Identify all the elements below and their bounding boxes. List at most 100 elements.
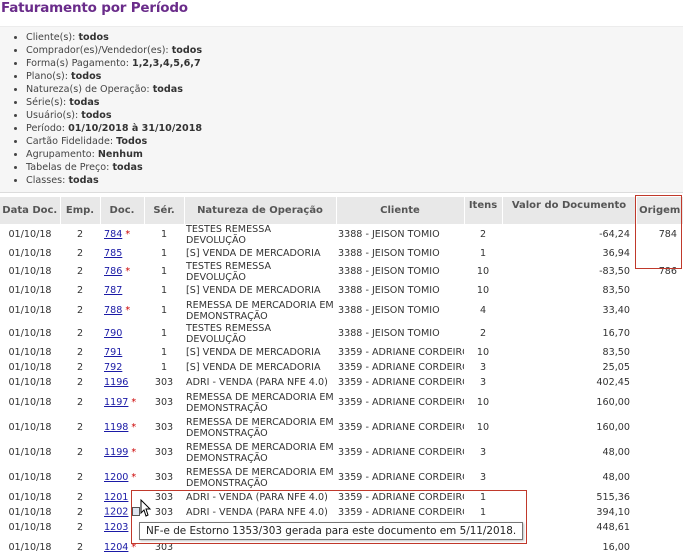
estorno-marker[interactable]: * [125, 229, 130, 240]
cell-valor: 48,00 [602, 471, 630, 483]
cell-origem [636, 360, 683, 375]
cell-serie: 1 [160, 346, 168, 358]
doc-link[interactable]: 1198 [104, 422, 128, 433]
cell-emp: 2 [76, 521, 84, 533]
cell-data: 01/10/18 [8, 491, 52, 503]
table-row: 01/10/18 2 784 * 1 TESTES REMESSA DEVOLUÇÃO 33… [0, 224, 683, 246]
filter-item: Natureza(s) de Operação: todas [26, 83, 683, 96]
cell-valor: 33,40 [602, 304, 630, 316]
cell-itens: 1 [479, 506, 487, 518]
cell-serie: 303 [154, 396, 174, 408]
col-header-data[interactable]: Data Doc. [0, 197, 61, 224]
cell-origem [636, 465, 683, 490]
table-row: 01/10/18 2 786 * 1 TESTES REMESSA DEVOLUÇÃO 33… [0, 261, 683, 283]
cell-doc: 786 * [100, 261, 144, 283]
cell-valor: 36,94 [602, 247, 630, 259]
estorno-marker[interactable]: * [131, 397, 136, 408]
estorno-marker[interactable]: * [131, 542, 136, 553]
filter-item: Agrupamento: Nenhum [26, 148, 683, 161]
doc-link[interactable]: 791 [104, 347, 122, 358]
filter-value: todos [71, 71, 102, 82]
table-row: 01/10/18 2 1197 * 303 REMESSA DE MERCADORIA E… [0, 390, 683, 415]
cell-itens: 10 [476, 346, 490, 358]
cell-cliente: 3388 - JEISON TOMIO [338, 247, 440, 259]
table-row: 01/10/18 2 1199 * 303 REMESSA DE MERCADORIA E… [0, 440, 683, 465]
cell-emp: 2 [76, 541, 84, 553]
filter-item: Forma(s) Pagamento: 1,2,3,4,5,6,7 [26, 57, 683, 70]
table-row: 01/10/18 2 1200 * 303 REMESSA DE MERCADORIA E… [0, 465, 683, 490]
col-header-origem[interactable]: Origem [636, 197, 683, 224]
cell-emp: 2 [76, 247, 84, 259]
doc-link[interactable]: 786 [104, 266, 122, 277]
cell-doc: 1204 * [100, 535, 144, 560]
col-header-natureza[interactable]: Natureza de Operação [184, 197, 337, 224]
col-header-valor[interactable]: Valor do Documento [502, 197, 637, 224]
filter-item: Comprador(es)/Vendedor(es): todos [26, 44, 683, 57]
estorno-marker[interactable]: * [131, 472, 136, 483]
cell-natureza: [S] VENDA DE MERCADORIA [186, 248, 321, 259]
estorno-marker[interactable]: * [131, 422, 136, 433]
filter-label: Série(s): [26, 97, 70, 108]
cell-natureza: REMESSA DE MERCADORIA EM DEMONSTRAÇÃO [186, 299, 334, 322]
cell-data: 01/10/18 [8, 266, 52, 277]
doc-link[interactable]: 1201 [104, 492, 128, 503]
cell-serie: 1 [160, 304, 168, 316]
filter-item: Plano(s): todos [26, 70, 683, 83]
filter-value: 1,2,3,4,5,6,7 [132, 58, 201, 69]
table-row: 01/10/18 2 788 * 1 REMESSA DE MERCADORIA EM D… [0, 298, 683, 323]
col-header-serie[interactable]: Sér. [144, 197, 185, 224]
filter-value: todos [78, 32, 109, 43]
cell-origem: 784 [658, 229, 677, 240]
cell-cliente: 3359 - ADRIANE CORDEIRO [338, 376, 464, 388]
filter-label: Comprador(es)/Vendedor(es): [26, 45, 172, 56]
cell-data: 01/10/18 [8, 376, 52, 388]
estorno-marker[interactable]: * [131, 447, 136, 458]
doc-link[interactable]: 784 [104, 229, 122, 240]
doc-link[interactable]: 790 [104, 328, 122, 339]
cell-data: 01/10/18 [8, 229, 52, 240]
filter-label: Tabelas de Preço: [26, 162, 113, 173]
table-row: 01/10/18 2 791 1 [S] VENDA DE MERCADORIA 3359… [0, 345, 683, 360]
col-header-doc[interactable]: Doc. [100, 197, 145, 224]
cell-doc: 1203 [100, 520, 144, 535]
filter-summary: Cliente(s): todosComprador(es)/Vendedor(… [0, 26, 683, 193]
doc-link[interactable]: 1197 [104, 397, 128, 408]
table-row: 01/10/18 2 1198 * 303 REMESSA DE MERCADORIA E… [0, 415, 683, 440]
col-header-cliente[interactable]: Cliente [336, 197, 465, 224]
cell-origem [636, 535, 683, 560]
page-title: Faturamento por Período [1, 0, 188, 16]
cell-itens: 3 [479, 361, 487, 373]
filter-value: 01/10/2018 à 31/10/2018 [68, 123, 203, 134]
doc-link[interactable]: 1202 [104, 507, 128, 518]
doc-link[interactable]: 1200 [104, 472, 128, 483]
filter-label: Cliente(s): [26, 32, 79, 43]
doc-link[interactable]: 1204 [104, 542, 128, 553]
doc-link[interactable]: 1199 [104, 447, 128, 458]
doc-link[interactable]: 1196 [104, 377, 128, 388]
estorno-marker[interactable]: * [125, 305, 130, 316]
doc-link[interactable]: 788 [104, 305, 122, 316]
cell-data: 01/10/18 [8, 328, 52, 339]
doc-link[interactable]: 785 [104, 248, 122, 259]
cell-cliente: 3359 - ADRIANE CORDEIRO [338, 361, 464, 373]
doc-link[interactable]: 792 [104, 362, 122, 373]
cell-doc: 1197 * [100, 390, 144, 415]
doc-link[interactable]: 1203 [104, 522, 128, 533]
doc-link[interactable]: 787 [104, 285, 122, 296]
cell-data: 01/10/18 [8, 506, 52, 518]
cell-emp: 2 [76, 361, 84, 373]
col-header-itens[interactable]: Itens [464, 197, 503, 224]
filter-label: Plano(s): [26, 71, 72, 82]
cell-emp: 2 [76, 421, 84, 433]
cell-doc: 1198 * [100, 415, 144, 440]
cell-cliente: 3359 - ADRIANE CORDEIRO [338, 346, 464, 358]
cell-valor: 83,50 [602, 346, 630, 358]
cell-doc: 1196 [100, 375, 144, 390]
table-body: 01/10/18 2 784 * 1 TESTES REMESSA DEVOLUÇÃO 33… [0, 224, 683, 560]
estorno-marker[interactable]: * [125, 266, 130, 277]
col-header-emp[interactable]: Emp. [60, 197, 101, 224]
filter-label: Usuário(s): [26, 110, 82, 121]
filter-item: Período: 01/10/2018 à 31/10/2018 [26, 122, 683, 135]
cell-valor: 160,00 [596, 396, 630, 408]
cell-itens: 1 [479, 247, 487, 259]
